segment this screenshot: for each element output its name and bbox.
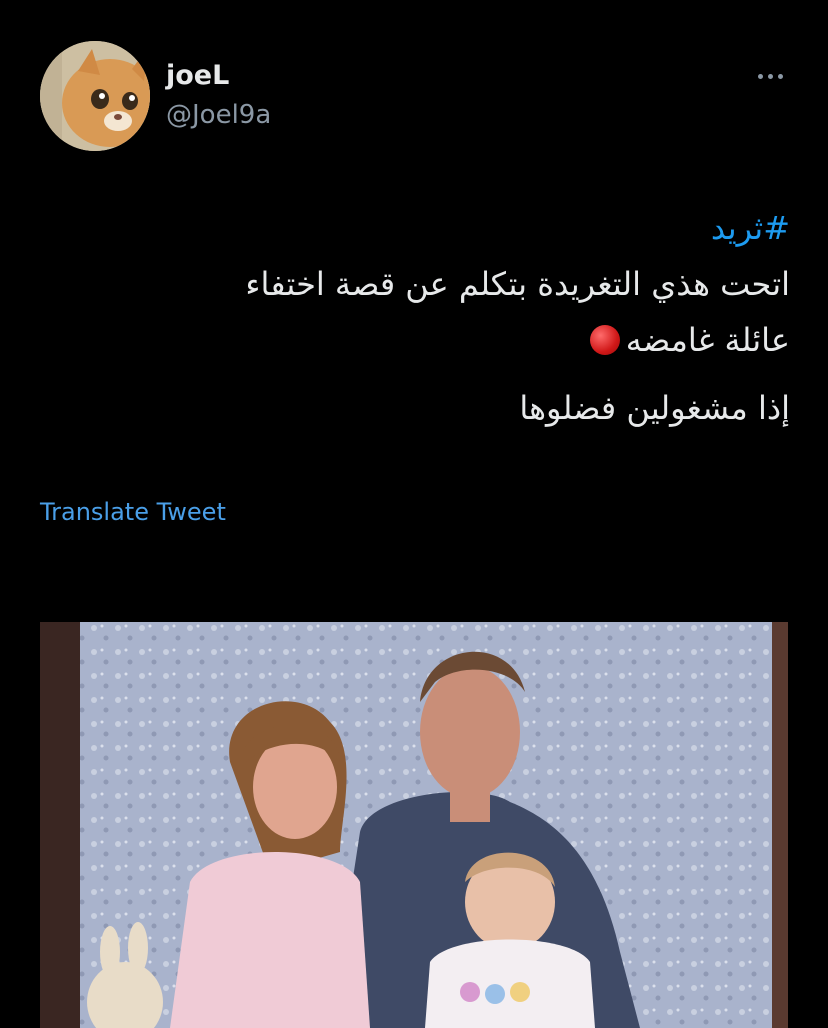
hashtag-link[interactable]: #ثريد bbox=[711, 209, 790, 247]
tweet-text: #ثريد اتحت هذي التغريدة بتكلم عن قصة اخت… bbox=[40, 200, 790, 436]
avatar[interactable] bbox=[40, 41, 150, 151]
tweet-line-1: اتحت هذي التغريدة بتكلم عن قصة اختفاء bbox=[245, 265, 790, 303]
display-name[interactable]: joeL bbox=[166, 60, 229, 91]
more-options-icon[interactable] bbox=[752, 66, 788, 86]
tweet-line-2: عائلة غامضه bbox=[625, 321, 790, 359]
red-circle-icon bbox=[589, 325, 620, 355]
tweet-line-2-wrap: عائلة غامضه bbox=[40, 312, 790, 368]
family-photo-image bbox=[40, 622, 788, 1028]
translate-tweet-link[interactable]: Translate Tweet bbox=[40, 498, 226, 526]
user-handle[interactable]: @Joel9a bbox=[166, 100, 271, 130]
cat-avatar-icon bbox=[40, 41, 150, 151]
tweet-photo[interactable] bbox=[40, 622, 788, 1028]
tweet-line-3: إذا مشغولين فضلوها bbox=[519, 389, 790, 427]
